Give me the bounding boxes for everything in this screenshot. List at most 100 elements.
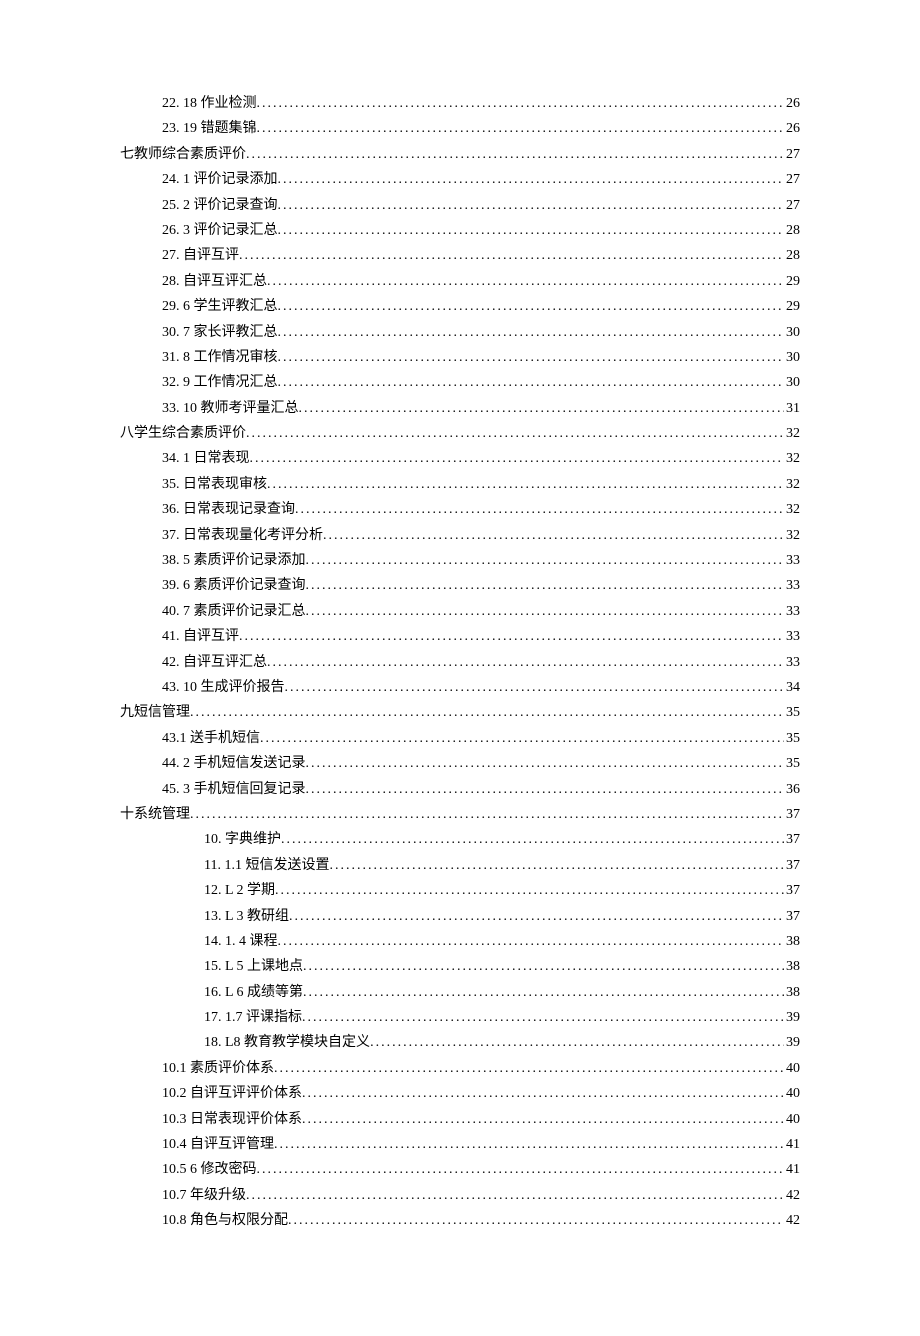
toc-entry[interactable]: 30. 7 家长评教汇总30 xyxy=(120,322,800,344)
toc-entry-page: 37 xyxy=(784,906,800,928)
toc-entry[interactable]: 11. 1.1 短信发送设置37 xyxy=(120,855,800,877)
toc-entry[interactable]: 36. 日常表现记录查询32 xyxy=(120,499,800,521)
toc-entry-title: 10.3 日常表现评价体系 xyxy=(162,1109,302,1131)
toc-entry-title: 九短信管理 xyxy=(120,702,190,724)
toc-entry-page: 27 xyxy=(784,144,800,166)
toc-entry[interactable]: 九短信管理 35 xyxy=(120,702,800,724)
toc-entry-page: 28 xyxy=(784,245,800,267)
toc-entry-title: 22. 18 作业检测 xyxy=(162,93,257,115)
toc-leader-dots xyxy=(306,575,785,597)
toc-entry[interactable]: 40. 7 素质评价记录汇总33 xyxy=(120,601,800,623)
toc-entry[interactable]: 13. L 3 教研组37 xyxy=(120,906,800,928)
toc-leader-dots xyxy=(274,1058,784,1080)
toc-entry-page: 35 xyxy=(784,728,800,750)
toc-entry[interactable]: 22. 18 作业检测 26 xyxy=(120,93,800,115)
toc-entry-title: 八学生综合素质评价 xyxy=(120,423,246,445)
toc-entry[interactable]: 43.1 送手机短信35 xyxy=(120,728,800,750)
toc-leader-dots xyxy=(257,118,785,140)
toc-entry-page: 42 xyxy=(784,1210,800,1232)
toc-leader-dots xyxy=(239,245,784,267)
toc-leader-dots xyxy=(246,1185,784,1207)
toc-entry[interactable]: 24. 1 评价记录添加27 xyxy=(120,169,800,191)
toc-entry-title: 10. 字典维护 xyxy=(204,829,281,851)
toc-entry[interactable]: 14. 1. 4 课程38 xyxy=(120,931,800,953)
toc-leader-dots xyxy=(246,423,784,445)
toc-entry[interactable]: 10.8 角色与权限分配42 xyxy=(120,1210,800,1232)
toc-entry-page: 35 xyxy=(784,702,800,724)
toc-entry[interactable]: 10.1 素质评价体系40 xyxy=(120,1058,800,1080)
toc-leader-dots xyxy=(329,855,784,877)
toc-leader-dots xyxy=(289,906,784,928)
toc-entry[interactable]: 10. 字典维护37 xyxy=(120,829,800,851)
toc-entry[interactable]: 43. 10 生成评价报告34 xyxy=(120,677,800,699)
toc-entry[interactable]: 10.2 自评互评评价体系40 xyxy=(120,1083,800,1105)
toc-entry-page: 37 xyxy=(784,804,800,826)
toc-entry-page: 33 xyxy=(784,626,800,648)
toc-leader-dots xyxy=(267,271,784,293)
toc-leader-dots xyxy=(303,956,784,978)
toc-entry[interactable]: 39. 6 素质评价记录查询33 xyxy=(120,575,800,597)
toc-entry[interactable]: 31. 8 工作情况审核30 xyxy=(120,347,800,369)
toc-entry-page: 27 xyxy=(784,195,800,217)
toc-entry[interactable]: 29. 6 学生评教汇总29 xyxy=(120,296,800,318)
toc-entry-page: 32 xyxy=(784,499,800,521)
toc-entry[interactable]: 27. 自评互评28 xyxy=(120,245,800,267)
toc-entry[interactable]: 18. L8 教育教学模块自定义39 xyxy=(120,1032,800,1054)
toc-entry[interactable]: 15. L 5 上课地点38 xyxy=(120,956,800,978)
toc-entry[interactable]: 10.5 6 修改密码41 xyxy=(120,1159,800,1181)
toc-leader-dots xyxy=(275,880,784,902)
toc-entry[interactable]: 37. 日常表现量化考评分析32 xyxy=(120,525,800,547)
toc-entry[interactable]: 33. 10 教师考评量汇总31 xyxy=(120,398,800,420)
toc-entry[interactable]: 28. 自评互评汇总29 xyxy=(120,271,800,293)
toc-entry-page: 26 xyxy=(784,118,800,140)
toc-leader-dots xyxy=(278,195,785,217)
toc-entry[interactable]: 34. 1 日常表现32 xyxy=(120,448,800,470)
toc-entry[interactable]: 17. 1.7 评课指标39 xyxy=(120,1007,800,1029)
toc-entry[interactable]: 23. 19 错题集锦26 xyxy=(120,118,800,140)
toc-leader-dots xyxy=(260,728,784,750)
toc-leader-dots xyxy=(299,398,785,420)
toc-entry[interactable]: 42. 自评互评汇总33 xyxy=(120,652,800,674)
toc-entry-page: 29 xyxy=(784,271,800,293)
toc-entry[interactable]: 八学生综合素质评价32 xyxy=(120,423,800,445)
toc-entry[interactable]: 16. L 6 成绩等第38 xyxy=(120,982,800,1004)
toc-entry[interactable]: 45. 3 手机短信回复记录36 xyxy=(120,779,800,801)
toc-entry-page: 26 xyxy=(784,93,800,115)
toc-leader-dots xyxy=(190,702,784,724)
toc-entry-page: 32 xyxy=(784,525,800,547)
toc-entry-page: 41 xyxy=(784,1134,800,1156)
toc-leader-dots xyxy=(306,601,785,623)
toc-entry[interactable]: 十系统管理37 xyxy=(120,804,800,826)
toc-entry-page: 39 xyxy=(784,1032,800,1054)
toc-entry-title: 10.5 6 修改密码 xyxy=(162,1159,257,1181)
toc-entry-title: 12. L 2 学期 xyxy=(204,880,275,902)
toc-entry-page: 30 xyxy=(784,322,800,344)
toc-entry[interactable]: 10.7 年级升级42 xyxy=(120,1185,800,1207)
toc-entry-title: 31. 8 工作情况审核 xyxy=(162,347,278,369)
toc-entry-page: 37 xyxy=(784,880,800,902)
toc-entry[interactable]: 35. 日常表现审核32 xyxy=(120,474,800,496)
toc-entry-title: 10.1 素质评价体系 xyxy=(162,1058,274,1080)
toc-entry[interactable]: 12. L 2 学期 37 xyxy=(120,880,800,902)
toc-entry-title: 11. 1.1 短信发送设置 xyxy=(204,855,329,877)
toc-entry-title: 14. 1. 4 课程 xyxy=(204,931,278,953)
toc-entry[interactable]: 25. 2 评价记录查询 27 xyxy=(120,195,800,217)
toc-leader-dots xyxy=(285,677,785,699)
toc-entry[interactable]: 44. 2 手机短信发送记录35 xyxy=(120,753,800,775)
toc-entry[interactable]: 38. 5 素质评价记录添加33 xyxy=(120,550,800,572)
toc-entry-title: 24. 1 评价记录添加 xyxy=(162,169,278,191)
toc-leader-dots xyxy=(278,296,785,318)
toc-entry[interactable]: 26. 3 评价记录汇总28 xyxy=(120,220,800,242)
toc-entry-title: 33. 10 教师考评量汇总 xyxy=(162,398,299,420)
toc-entry-page: 35 xyxy=(784,753,800,775)
toc-leader-dots xyxy=(239,626,784,648)
toc-entry[interactable]: 10.4 自评互评管理41 xyxy=(120,1134,800,1156)
toc-entry-title: 41. 自评互评 xyxy=(162,626,239,648)
toc-entry[interactable]: 32. 9 工作情况汇总30 xyxy=(120,372,800,394)
toc-entry-title: 25. 2 评价记录查询 xyxy=(162,195,278,217)
toc-entry[interactable]: 七教师综合素质评价27 xyxy=(120,144,800,166)
toc-entry[interactable]: 10.3 日常表现评价体系40 xyxy=(120,1109,800,1131)
toc-entry-page: 33 xyxy=(784,652,800,674)
toc-entry-page: 29 xyxy=(784,296,800,318)
toc-entry[interactable]: 41. 自评互评 33 xyxy=(120,626,800,648)
